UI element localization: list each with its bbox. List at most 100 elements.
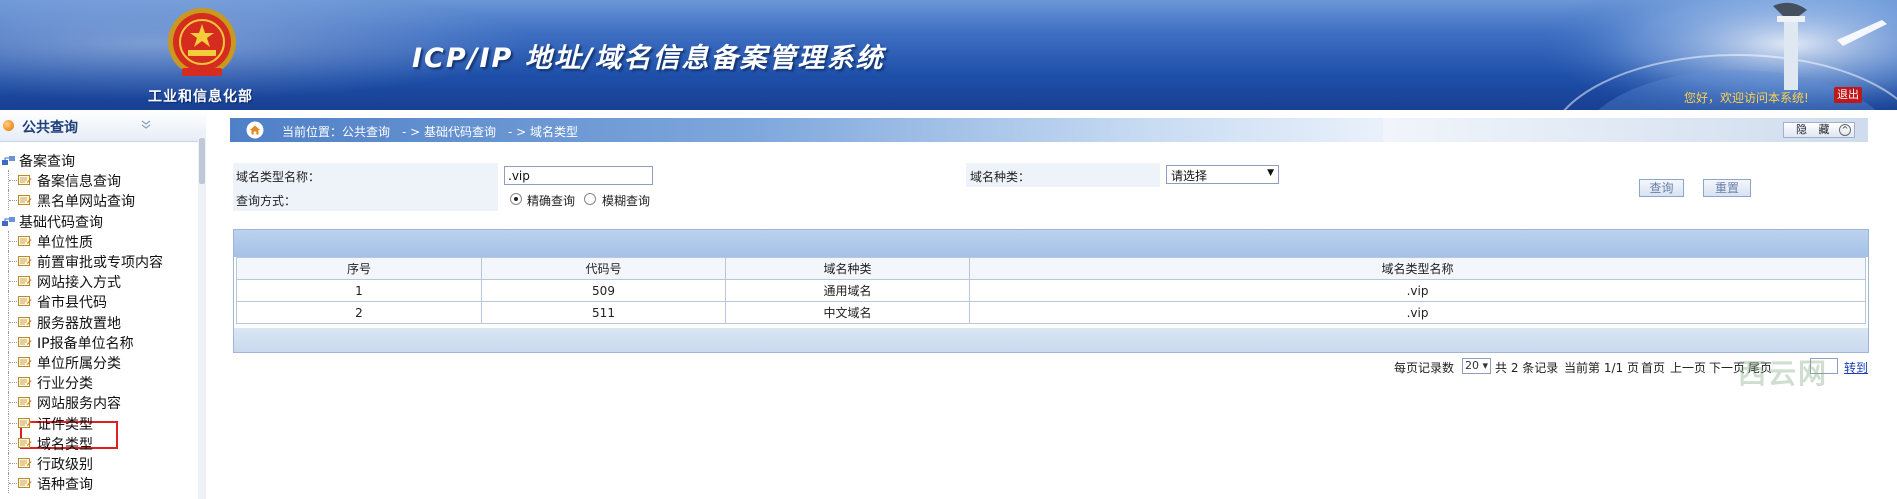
document-edit-icon — [18, 376, 32, 388]
tree-connector — [8, 473, 18, 494]
document-edit-icon — [18, 356, 32, 368]
sidebar-item-label: 前置审批或专项内容 — [37, 255, 163, 271]
total-records: 共 2 条记录 — [1495, 361, 1559, 375]
sidebar-item-label: 域名类型 — [37, 436, 93, 453]
goto-page-link[interactable]: 转到 — [1844, 359, 1868, 376]
column-header[interactable]: 代码号 — [481, 257, 726, 280]
document-edit-icon — [18, 275, 32, 287]
sidebar-item-label: 单位性质 — [37, 234, 93, 251]
sidebar-header[interactable]: 公共查询 — [0, 110, 206, 142]
document-edit-icon — [18, 255, 32, 267]
per-page-label: 每页记录数 — [1394, 361, 1455, 375]
double-chevron-down-icon[interactable] — [139, 118, 155, 132]
table-row[interactable]: 1 509 通用域名 .vip — [236, 279, 1866, 302]
per-page-select[interactable]: 20 ▾ — [1462, 358, 1491, 374]
chevron-up-circle-icon: ^ — [1839, 124, 1851, 136]
sidebar-item-label: 语种查询 — [37, 477, 93, 494]
document-edit-icon — [18, 194, 32, 206]
table-cell: 509 — [481, 279, 726, 302]
fuzzy-query-radio[interactable] — [584, 193, 596, 205]
sidebar-item-label: 证件类型 — [37, 416, 93, 433]
tree-connector — [8, 291, 18, 312]
tree-connector — [8, 432, 18, 453]
sidebar-group-label: 基础代码查询 — [19, 214, 103, 231]
reset-button[interactable]: 重置 — [1703, 179, 1751, 197]
domain-type-name-input[interactable] — [504, 166, 653, 185]
home-icon[interactable] — [246, 121, 264, 139]
sidebar-scroll-thumb[interactable] — [199, 138, 205, 184]
sidebar-item-label: IP报备单位名称 — [37, 335, 134, 352]
document-edit-icon — [18, 316, 32, 328]
fuzzy-query-label: 模糊查询 — [602, 194, 651, 208]
table-cell: 中文域名 — [725, 301, 970, 324]
sidebar-group-label: 备案查询 — [19, 154, 75, 170]
tree-connector — [8, 190, 18, 211]
sidebar-item-label: 备案信息查询 — [37, 174, 121, 191]
dropdown-arrow-icon: ▼ — [1267, 168, 1274, 178]
tree-connector — [8, 271, 18, 292]
national-emblem-icon — [168, 8, 236, 76]
per-page-value: 20 — [1465, 359, 1479, 372]
table-cell: 2 — [236, 301, 482, 324]
document-edit-icon — [18, 336, 32, 348]
tree-connector — [8, 453, 18, 473]
sidebar-item-label: 行政级别 — [37, 457, 93, 473]
sidebar-item-label: 单位所属分类 — [37, 356, 121, 372]
prev-page-link[interactable]: 上一页 — [1670, 359, 1706, 376]
result-table: 序号 代码号 域名种类 域名类型名称 1 509 通用域名 .vip 2 511… — [236, 257, 1866, 324]
document-edit-icon — [18, 477, 32, 489]
domain-kind-select-value: 请选择 — [1171, 169, 1208, 183]
domain-type-name-label: 域名类型名称： — [236, 170, 321, 184]
sidebar-item-label: 行业分类 — [37, 376, 93, 393]
document-edit-icon — [18, 174, 32, 186]
sidebar-scrollbar[interactable] — [198, 134, 206, 499]
document-edit-icon — [18, 437, 32, 449]
query-mode-label: 查询方式： — [236, 194, 297, 208]
tree-connector — [8, 412, 18, 433]
tree-connector — [8, 230, 18, 251]
table-cell: 通用域名 — [725, 279, 970, 302]
table-cell: .vip — [969, 301, 1866, 324]
tree-connector — [8, 372, 18, 393]
folder-tree-icon — [2, 215, 16, 227]
tree-connector — [8, 352, 18, 372]
logout-button[interactable]: 退出 — [1834, 87, 1862, 103]
hide-button-label: 隐 藏 — [1796, 123, 1834, 136]
sidebar-item-label: 省市县代码 — [37, 295, 107, 312]
sidebar-item-label: 黑名单网站查询 — [37, 194, 135, 211]
app-header: 工业和信息化部 ICP/IP 地址/域名信息备案管理系统 您好，欢迎访问本系统!… — [0, 0, 1897, 110]
tree-connector — [8, 331, 18, 352]
column-header[interactable]: 序号 — [236, 257, 482, 280]
domain-kind-select[interactable]: 请选择 ▼ — [1166, 165, 1279, 184]
tree-connector — [8, 392, 18, 413]
result-table-panel: 序号 代码号 域名种类 域名类型名称 1 509 通用域名 .vip 2 511… — [233, 229, 1869, 353]
tree-connector — [8, 311, 18, 332]
table-cell: 1 — [236, 279, 482, 302]
document-edit-icon — [18, 295, 32, 307]
search-button[interactable]: 查询 — [1639, 179, 1684, 197]
breadcrumb: 当前位置：公共查询 - > 基础代码查询 - > 域名类型 — [282, 125, 579, 139]
column-header[interactable]: 域名类型名称 — [969, 257, 1866, 280]
document-edit-icon — [18, 457, 32, 469]
table-footer-band — [234, 328, 1868, 352]
watermark: 西云网 — [1738, 357, 1829, 390]
hide-button[interactable]: 隐 藏 ^ — [1783, 122, 1855, 138]
table-row[interactable]: 2 511 中文域名 .vip — [236, 301, 1866, 324]
sidebar-title: 公共查询 — [22, 120, 78, 136]
orange-dot-icon — [3, 120, 14, 131]
system-title: ICP/IP 地址/域名信息备案管理系统 — [412, 43, 885, 74]
document-edit-icon — [18, 235, 32, 247]
ministry-name: 工业和信息化部 — [148, 89, 253, 105]
welcome-text: 您好，欢迎访问本系统! — [1684, 91, 1809, 105]
domain-kind-label: 域名种类： — [970, 170, 1031, 184]
current-page: 当前第 1/1 页 — [1564, 361, 1639, 375]
table-header-band — [234, 230, 1868, 257]
first-page-link[interactable]: 首页 — [1641, 359, 1665, 376]
tree-connector — [8, 251, 18, 271]
sidebar-item-label: 网站服务内容 — [37, 396, 121, 413]
column-header[interactable]: 域名种类 — [725, 257, 970, 280]
folder-tree-icon — [2, 154, 16, 166]
exact-query-radio[interactable] — [510, 193, 522, 205]
document-edit-icon — [18, 396, 32, 408]
table-header-row: 序号 代码号 域名种类 域名类型名称 — [236, 257, 1866, 280]
